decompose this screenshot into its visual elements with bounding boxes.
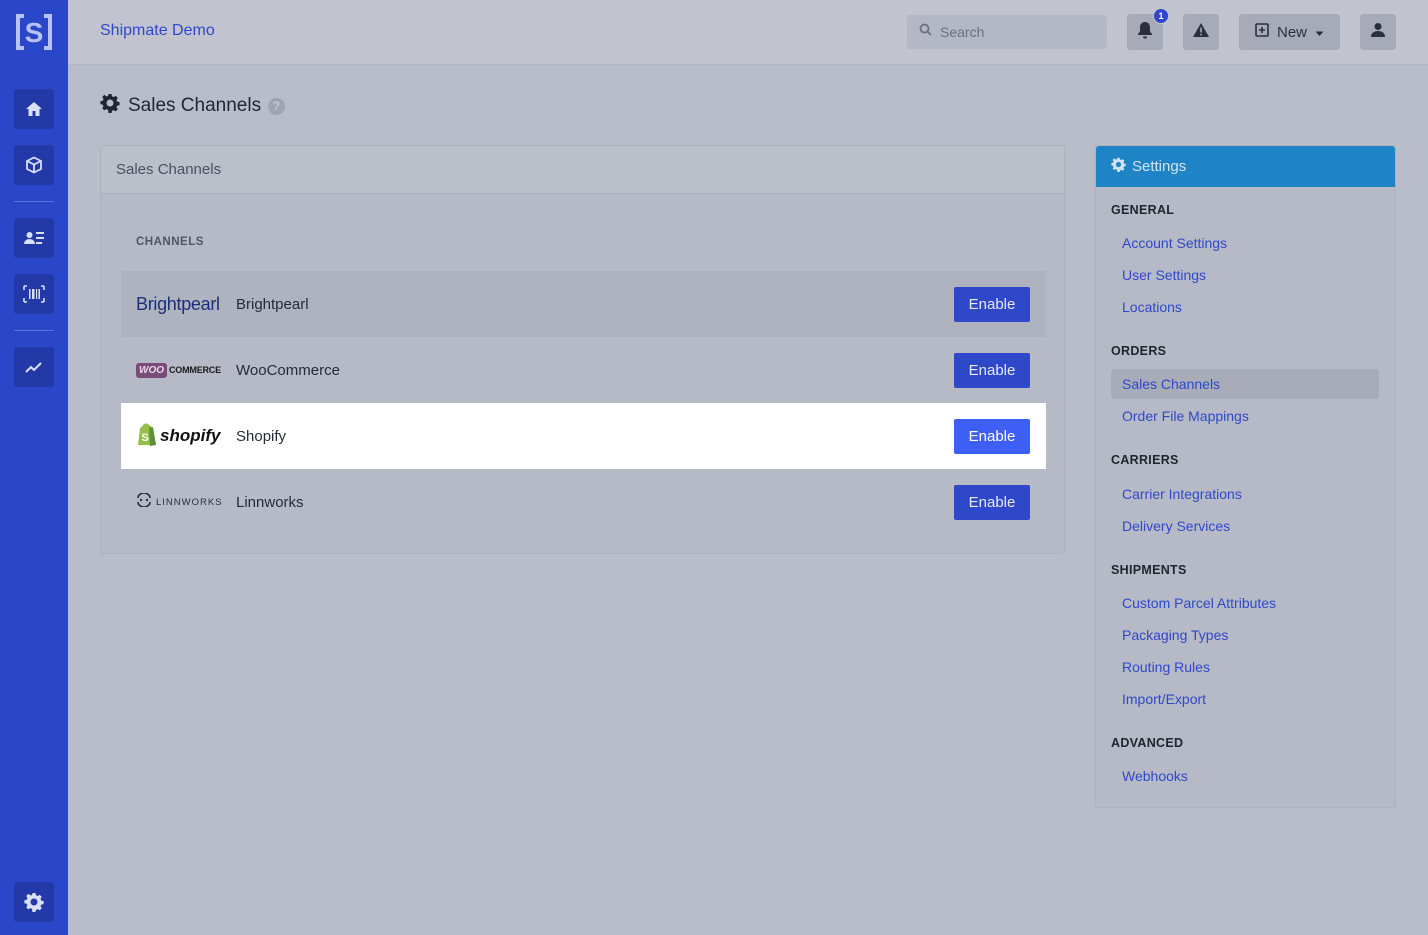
settings-link-order-file-mappings[interactable]: Order File Mappings	[1111, 401, 1379, 431]
settings-link-custom-parcel-attributes[interactable]: Custom Parcel Attributes	[1111, 588, 1379, 618]
settings-link-webhooks[interactable]: Webhooks	[1111, 761, 1379, 791]
left-rail: S	[0, 0, 68, 935]
settings-panel: Settings GENERAL Account Settings User S…	[1095, 145, 1396, 808]
settings-panel-header: Settings	[1096, 146, 1395, 187]
settings-link-routing-rules[interactable]: Routing Rules	[1111, 652, 1379, 682]
search-placeholder: Search	[940, 24, 985, 40]
channel-name: Linnworks	[236, 493, 304, 511]
new-button-label: New	[1276, 23, 1307, 41]
channel-row-shopify: S shopify Shopify Enable	[121, 403, 1046, 469]
svg-text:S: S	[25, 17, 44, 48]
brightpearl-logo: Brightpearl	[136, 293, 220, 314]
bell-icon	[1137, 21, 1153, 44]
alerts-button[interactable]	[1183, 14, 1219, 50]
package-icon[interactable]	[14, 145, 54, 185]
settings-link-sales-channels[interactable]: Sales Channels	[1111, 369, 1379, 399]
rail-divider	[14, 330, 54, 331]
settings-link-user-settings[interactable]: User Settings	[1111, 260, 1379, 290]
enable-woocommerce-button[interactable]: Enable	[954, 353, 1030, 388]
rail-divider	[14, 201, 54, 202]
analytics-icon[interactable]	[14, 347, 54, 387]
settings-group-general: GENERAL	[1111, 203, 1175, 217]
settings-gear-icon[interactable]	[14, 882, 54, 922]
sales-channels-card: Sales Channels CHANNELS Brightpearl Brig…	[100, 145, 1065, 554]
page-title-text: Sales Channels	[128, 95, 262, 116]
woocommerce-logo: WOO COMMERCE	[121, 362, 236, 378]
settings-link-locations[interactable]: Locations	[1111, 292, 1379, 322]
page-title: Sales Channels ?	[100, 93, 286, 119]
channel-row-linnworks: LINNWORKS Linnworks Enable	[121, 469, 1046, 535]
channel-name: WooCommerce	[236, 361, 340, 379]
plus-square-icon	[1255, 23, 1269, 41]
user-menu-button[interactable]	[1360, 14, 1396, 50]
settings-group-orders: ORDERS	[1111, 344, 1167, 358]
settings-group-shipments: SHIPMENTS	[1111, 563, 1187, 577]
user-icon	[1370, 22, 1386, 43]
brand-link[interactable]: Shipmate Demo	[100, 22, 215, 40]
channels-section-label: CHANNELS	[136, 236, 204, 248]
search-input[interactable]: Search	[907, 15, 1107, 49]
svg-text:S: S	[141, 432, 148, 444]
shopify-bag-icon: S	[136, 422, 158, 451]
linnworks-mark-icon	[136, 491, 152, 512]
warning-icon	[1192, 22, 1210, 43]
settings-group-advanced: ADVANCED	[1111, 736, 1184, 750]
home-icon[interactable]	[14, 89, 54, 129]
settings-link-delivery-services[interactable]: Delivery Services	[1111, 511, 1379, 541]
top-bar: Shipmate Demo Search 1 New	[68, 0, 1428, 65]
shopify-logo: S shopify	[121, 422, 236, 451]
settings-link-carrier-integrations[interactable]: Carrier Integrations	[1111, 479, 1379, 509]
caret-down-icon	[1315, 24, 1324, 41]
shipmate-logo-icon[interactable]: S	[14, 12, 54, 52]
channel-name: Brightpearl	[236, 295, 309, 313]
barcode-icon[interactable]	[14, 274, 54, 314]
settings-group-carriers: CARRIERS	[1111, 453, 1179, 467]
channel-row-woocommerce: WOO COMMERCE WooCommerce Enable	[121, 337, 1046, 403]
search-icon	[919, 23, 932, 41]
help-icon[interactable]: ?	[268, 97, 286, 115]
settings-link-account-settings[interactable]: Account Settings	[1111, 228, 1379, 258]
gear-icon	[100, 93, 120, 119]
enable-shopify-button[interactable]: Enable	[954, 419, 1030, 454]
contacts-icon[interactable]	[14, 218, 54, 258]
card-title: Sales Channels	[101, 146, 1064, 194]
channel-name: Shopify	[236, 427, 287, 445]
notification-badge: 1	[1153, 8, 1169, 24]
notifications-button[interactable]: 1	[1127, 8, 1169, 50]
gear-icon	[1111, 157, 1126, 176]
channel-row-brightpearl: Brightpearl Brightpearl Enable	[121, 271, 1046, 337]
settings-panel-title: Settings	[1132, 158, 1187, 175]
settings-link-import-export[interactable]: Import/Export	[1111, 684, 1379, 714]
new-button[interactable]: New	[1239, 14, 1340, 50]
enable-linnworks-button[interactable]: Enable	[954, 485, 1030, 520]
settings-link-packaging-types[interactable]: Packaging Types	[1111, 620, 1379, 650]
linnworks-logo: LINNWORKS	[121, 491, 236, 512]
enable-brightpearl-button[interactable]: Enable	[954, 287, 1030, 322]
